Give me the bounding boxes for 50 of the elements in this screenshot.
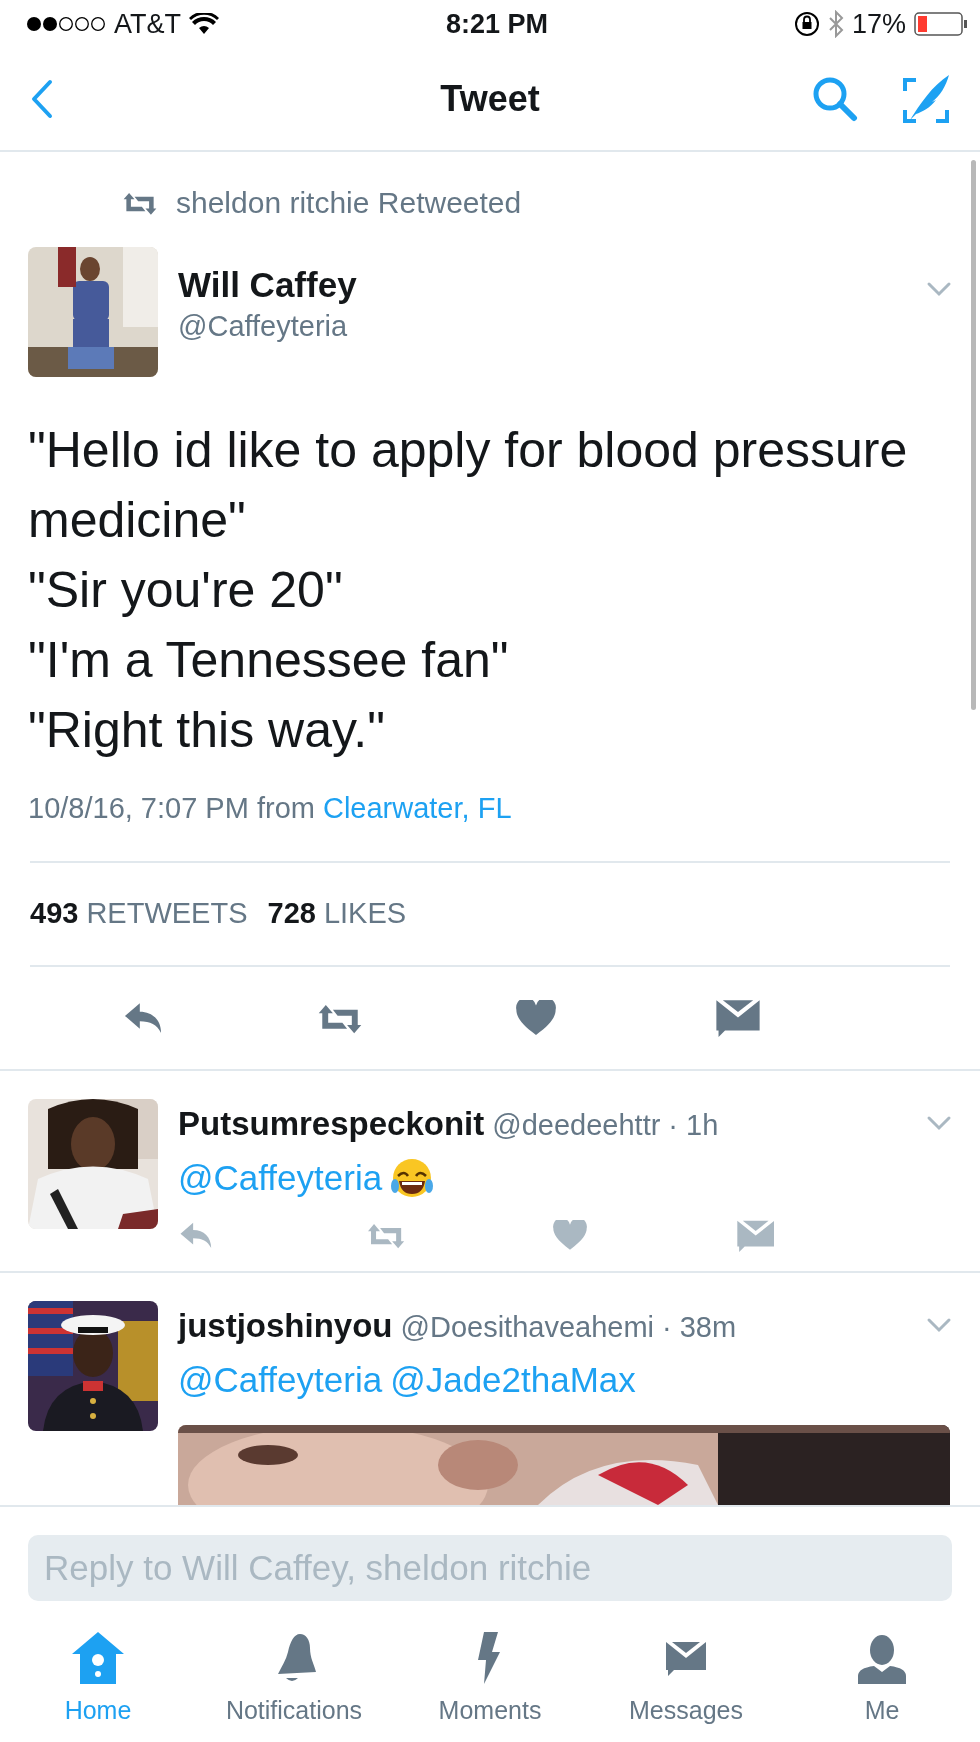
search-icon[interactable] <box>812 76 858 122</box>
tab-item[interactable]: Messages <box>588 1629 784 1731</box>
mention-link[interactable]: @Caffeyteria <box>178 1152 383 1205</box>
mention-link[interactable]: @Jade2thaMax <box>390 1354 636 1407</box>
author-handle: @Caffeyteria <box>178 309 349 345</box>
reply-time: · 1h <box>668 1107 719 1143</box>
reply-field[interactable]: Reply to Will Caffey, sheldon ritchie <box>28 1535 952 1601</box>
mention-link[interactable]: @Caffeyteria <box>178 1354 383 1407</box>
chevron-down-icon[interactable] <box>926 1317 952 1334</box>
reply-author-name: justjoshinyou <box>178 1305 393 1346</box>
tab-item[interactable]: Notifications <box>196 1629 392 1731</box>
rotation-lock-icon <box>793 11 820 37</box>
tab-item[interactable]: Me <box>784 1629 980 1731</box>
reply-author-name: Putsumrespeckonit <box>178 1103 485 1144</box>
tab-item[interactable]: Home <box>0 1629 196 1731</box>
tweet-text: "Right this way." <box>28 701 386 760</box>
wifi-icon <box>189 13 219 35</box>
battery-icon <box>914 12 968 36</box>
signal-icon <box>26 16 106 32</box>
stat-count: 493 <box>30 895 79 931</box>
reply-icon[interactable] <box>178 1221 214 1250</box>
house-icon <box>70 1630 126 1686</box>
stat-label[interactable]: RETWEETS <box>86 891 248 936</box>
reply-author-handle: @deedeehttr <box>492 1107 661 1143</box>
tweet-timestamp: 10/8/16, 7:07 PM from <box>28 791 315 826</box>
reply-time: · 38m <box>662 1309 737 1345</box>
tweet-text: "I'm a Tennessee fan" <box>28 631 510 690</box>
tweet-text: "Sir you're 20" <box>28 561 344 620</box>
carrier-name: AT&T <box>114 7 181 41</box>
tab-item[interactable]: Moments <box>392 1629 588 1731</box>
stat-count: 728 <box>267 895 316 931</box>
message-icon[interactable] <box>736 1218 775 1253</box>
reply-icon[interactable] <box>122 1000 164 1035</box>
stat-label[interactable]: LIKES <box>323 891 407 936</box>
battery-percent: 17% <box>851 7 906 41</box>
compose-icon[interactable] <box>902 74 950 124</box>
page-title: Tweet <box>440 77 540 121</box>
tweet-text: "Hello id like to apply for blood pressure medicine" <box>28 421 909 550</box>
retweet-notice: sheldon ritchie Retweeted <box>176 185 522 221</box>
chevron-down-icon[interactable] <box>926 281 952 297</box>
bluetooth-icon <box>827 10 844 38</box>
heart-icon[interactable] <box>516 999 556 1036</box>
heart-icon[interactable] <box>552 1220 587 1251</box>
author-name: Will Caffey <box>178 265 358 306</box>
back-icon[interactable] <box>30 79 54 119</box>
reply-author-handle: @Doesithaveahemi <box>400 1309 654 1345</box>
message-icon[interactable] <box>716 997 760 1038</box>
location-link[interactable]: Clearwater, FL <box>322 787 512 831</box>
status-time: 8:21 PM <box>444 7 549 41</box>
chevron-down-icon[interactable] <box>926 1115 952 1132</box>
